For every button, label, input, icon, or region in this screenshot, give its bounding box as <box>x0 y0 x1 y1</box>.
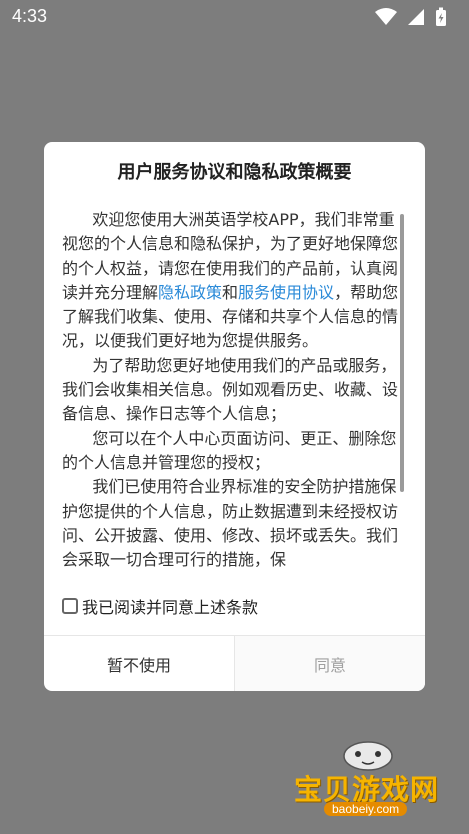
service-agreement-link[interactable]: 服务使用协议 <box>238 283 334 302</box>
paragraph-collection: 为了帮助您更好地使用我们的产品或服务，我们会收集相关信息。例如观看历史、收藏、设… <box>62 355 399 424</box>
status-time: 4:33 <box>12 6 48 26</box>
agree-label: 我已阅读并同意上述条款 <box>82 598 259 617</box>
agree-checkbox-row[interactable]: 我已阅读并同意上述条款 <box>62 594 258 618</box>
dialog-buttons: 暂不使用 同意 <box>44 636 425 691</box>
agree-checkbox[interactable] <box>62 598 78 614</box>
cellular-signal-icon <box>408 9 424 25</box>
watermark-logo: 宝贝游戏网 baobeiy.com <box>286 734 446 820</box>
paragraph-rights: 您可以在个人中心页面访问、更正、删除您的个人信息并管理您的授权； <box>62 428 397 472</box>
privacy-policy-link[interactable]: 隐私政策 <box>158 283 222 302</box>
battery-charging-icon <box>436 7 446 26</box>
paragraph-intro: 欢迎您使用大洲英语学校APP，我们非常重视您的个人信息和隐私保护，为了更好地保障… <box>62 208 410 354</box>
wifi-icon <box>375 8 397 25</box>
agree-button[interactable]: 同意 <box>235 636 425 691</box>
content-scrollbar[interactable] <box>400 214 404 492</box>
watermark-url: baobeiy.com <box>324 802 408 816</box>
consent-dialog: 用户服务协议和隐私政策概要 欢迎您使用大洲英语学校APP，我们非常重视您的个人信… <box>44 142 425 691</box>
conjunction-text: 和 <box>222 282 239 302</box>
dialog-title: 用户服务协议和隐私政策概要 <box>117 162 352 183</box>
agreement-scroll-content[interactable]: 欢迎您使用大洲英语学校APP，我们非常重视您的个人信息和隐私保护，为了更好地保障… <box>62 208 410 570</box>
status-icons <box>375 6 447 28</box>
decline-button[interactable]: 暂不使用 <box>44 636 234 691</box>
paragraph-security: 我们已使用符合业界标准的安全防护措施保护您提供的个人信息，防止数据遭到未经授权访… <box>62 477 399 570</box>
status-bar: 4:33 <box>0 0 469 34</box>
